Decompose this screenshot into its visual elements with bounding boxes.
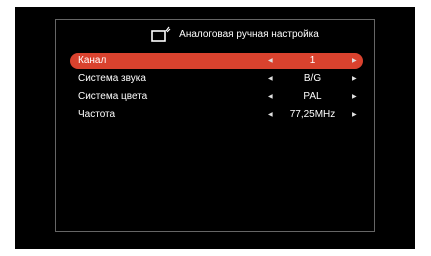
row-value-sound-system: B/G [303, 73, 322, 84]
menu-row-frequency[interactable]: Частота ◀ 77,25MHz ▶ [70, 107, 363, 123]
tv-antenna-icon [151, 26, 171, 42]
row-value-color-system: PAL [303, 91, 322, 102]
row-label-color-system: Система цвета [78, 91, 148, 102]
left-triangle-icon[interactable]: ◀ [268, 89, 273, 105]
row-label-channel: Канал [78, 55, 107, 66]
panel-header: Аналоговая ручная настройка [56, 24, 374, 44]
menu-row-channel[interactable]: Канал ◀ 1 ▶ [70, 53, 363, 69]
left-triangle-icon[interactable]: ◀ [268, 71, 273, 87]
manual-tuning-panel: Аналоговая ручная настройка Канал ◀ 1 ▶ … [55, 19, 375, 232]
tv-screen: Аналоговая ручная настройка Канал ◀ 1 ▶ … [15, 7, 415, 249]
right-triangle-icon[interactable]: ▶ [352, 89, 357, 105]
menu-row-sound-system[interactable]: Система звука ◀ B/G ▶ [70, 71, 363, 87]
right-triangle-icon[interactable]: ▶ [352, 107, 357, 123]
left-triangle-icon[interactable]: ◀ [268, 53, 273, 69]
right-triangle-icon[interactable]: ▶ [352, 71, 357, 87]
right-triangle-icon[interactable]: ▶ [352, 53, 357, 69]
panel-title: Аналоговая ручная настройка [179, 28, 319, 40]
menu-row-color-system[interactable]: Система цвета ◀ PAL ▶ [70, 89, 363, 105]
row-value-channel: 1 [309, 55, 316, 66]
left-triangle-icon[interactable]: ◀ [268, 107, 273, 123]
row-value-frequency: 77,25MHz [289, 109, 336, 120]
row-label-frequency: Частота [78, 109, 116, 120]
row-label-sound-system: Система звука [78, 73, 146, 84]
